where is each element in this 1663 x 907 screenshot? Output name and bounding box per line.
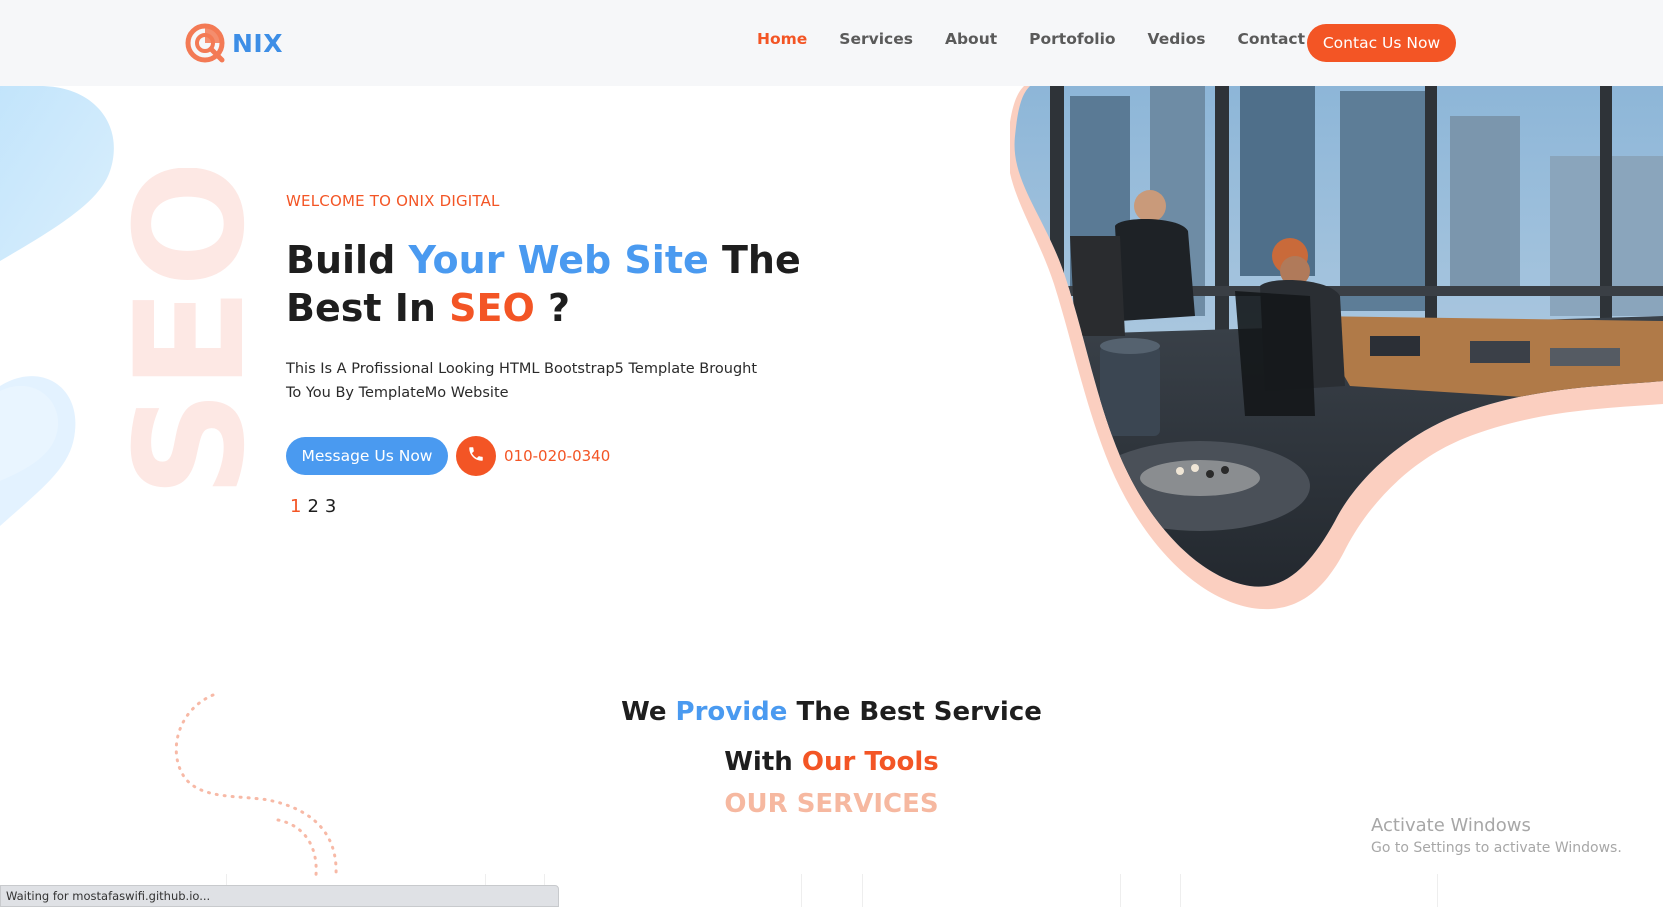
phone-icon xyxy=(467,445,485,467)
pager-item-3[interactable]: 3 xyxy=(325,496,336,517)
hero-headline-line-1: Build Your Web Site The xyxy=(286,236,801,284)
seo-background-text: SEO xyxy=(124,168,254,498)
nav-item-services[interactable]: Services xyxy=(839,30,913,48)
brand-logo-text: NIX xyxy=(232,28,283,58)
pager-item-2[interactable]: 2 xyxy=(307,496,318,517)
seo-background-word: SEO xyxy=(104,160,278,498)
phone-number[interactable]: 010-020-0340 xyxy=(504,447,610,465)
phone-button[interactable] xyxy=(456,436,496,476)
brand-logo[interactable]: NIX xyxy=(184,20,283,66)
heading-part: The Best Service xyxy=(787,697,1042,727)
services-heading-line-1: We Provide The Best Service xyxy=(0,697,1663,727)
contact-us-now-button[interactable]: Contac Us Now xyxy=(1307,24,1456,62)
headline-part: The xyxy=(708,238,801,282)
windows-activation-subtitle: Go to Settings to activate Windows. xyxy=(1371,840,1622,856)
card-border xyxy=(801,874,802,907)
hero-description: This Is A Profissional Looking HTML Boot… xyxy=(286,361,758,401)
card-border xyxy=(1120,874,1121,907)
hero-headline: Build Your Web Site The Best In SEO ? xyxy=(286,236,801,332)
heading-part: We xyxy=(621,697,676,727)
status-text: Waiting for mostafaswifi.github.io... xyxy=(6,889,211,903)
card-border xyxy=(862,874,863,907)
nav-item-portfolio[interactable]: Portofolio xyxy=(1029,30,1115,48)
message-us-now-button[interactable]: Message Us Now xyxy=(286,437,448,475)
heading-highlight-orange: Our Tools xyxy=(801,747,939,777)
pager-item-1[interactable]: 1 xyxy=(290,496,301,517)
heading-highlight-blue: Provide xyxy=(675,697,788,727)
hero-kicker: WELCOME TO ONIX DIGITAL xyxy=(286,192,500,210)
decorative-blue-blob xyxy=(0,86,140,580)
heading-part: With xyxy=(724,747,802,777)
main-nav: Home Services About Portofolio Vedios Co… xyxy=(757,30,1364,48)
hero-slider-pager: 1 2 3 xyxy=(290,496,336,517)
windows-activation-title: Activate Windows xyxy=(1371,815,1531,836)
nav-item-home[interactable]: Home xyxy=(757,30,807,48)
services-heading-line-2: With Our Tools xyxy=(0,747,1663,777)
hero-headline-line-2: Best In SEO ? xyxy=(286,284,801,332)
headline-part: Build xyxy=(286,238,409,282)
card-border xyxy=(1437,874,1438,907)
headline-highlight-orange: SEO xyxy=(449,286,535,330)
nav-item-videos[interactable]: Vedios xyxy=(1148,30,1206,48)
hero-office-image xyxy=(1007,86,1663,626)
card-border xyxy=(1180,874,1181,907)
headline-part: Best In xyxy=(286,286,450,330)
headline-part: ? xyxy=(534,286,571,330)
nav-item-about[interactable]: About xyxy=(945,30,997,48)
browser-status-bar: Waiting for mostafaswifi.github.io... xyxy=(0,885,559,907)
magnifier-donut-icon xyxy=(184,21,228,65)
page-root: NIX Home Services About Portofolio Vedio… xyxy=(0,0,1663,907)
headline-highlight-blue: Your Web Site xyxy=(408,238,709,282)
site-header: NIX Home Services About Portofolio Vedio… xyxy=(0,0,1663,86)
